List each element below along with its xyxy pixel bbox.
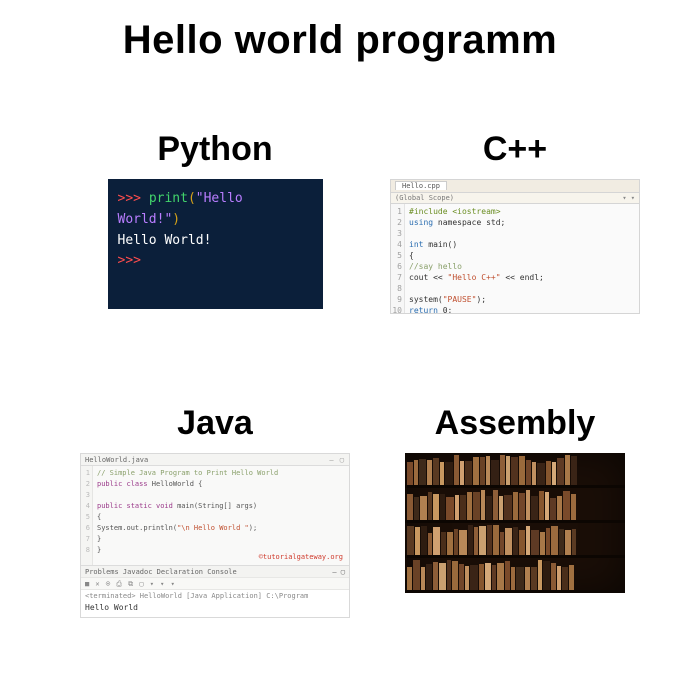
cpp-line-9b: "PAUSE" xyxy=(443,295,477,304)
cell-cpp: C++ Hello.cpp (Global Scope) ▾ ▾ 1234567… xyxy=(390,130,640,376)
assembly-label: Assembly xyxy=(435,404,596,443)
cpp-kw-int: int xyxy=(409,240,423,249)
cpp-line-10b: 0; xyxy=(438,306,452,314)
cpp-line-6: //say hello xyxy=(409,262,462,271)
cpp-line-7b: "Hello C++" xyxy=(448,273,501,282)
java-line-7: } xyxy=(97,534,345,545)
cpp-line-7a: cout << xyxy=(409,273,448,282)
java-tab-controls: — ▢ xyxy=(329,454,345,465)
java-line-6b: "\n Hello World " xyxy=(177,524,249,532)
cell-assembly: Assembly xyxy=(390,404,640,650)
java-line-1: // Simple Java Program to Print Hello Wo… xyxy=(97,469,278,477)
java-label: Java xyxy=(177,404,253,443)
cpp-scope-dropdown-icon: ▾ ▾ xyxy=(622,193,635,203)
cpp-scope-label: (Global Scope) xyxy=(395,193,454,203)
java-lowtabs-text: Problems Javadoc Declaration Console xyxy=(85,566,237,577)
cpp-line-9c: ); xyxy=(476,295,486,304)
java-line-6a: System.out.println( xyxy=(97,524,177,532)
page-title: Hello world programm xyxy=(0,0,680,63)
java-tab: HelloWorld.java xyxy=(85,454,148,465)
python-code-panel: >>> print("Hello World!") Hello World! >… xyxy=(108,179,323,309)
assembly-bookshelf-image xyxy=(405,453,625,593)
cell-python: Python >>> print("Hello World!") Hello W… xyxy=(80,130,350,376)
cpp-label: C++ xyxy=(483,130,547,169)
java-kw-main: public static void xyxy=(97,502,173,510)
cpp-line-4b: main() xyxy=(423,240,457,249)
cpp-tab-bar: Hello.cpp xyxy=(391,180,639,193)
java-output: Hello World xyxy=(81,601,349,617)
python-label: Python xyxy=(157,130,272,169)
java-lowtabs-controls: — ▢ xyxy=(332,566,345,577)
cpp-line-gutter: 123456789101112 xyxy=(391,204,405,314)
java-kw-class: public class xyxy=(97,480,148,488)
java-toolbar: ■ ✕ ⍟ ⎙ ⧉ ▢ ▾ ▾ ▾ xyxy=(81,577,349,589)
comparison-grid: Python >>> print("Hello World!") Hello W… xyxy=(0,130,680,650)
java-tab-bar: HelloWorld.java — ▢ xyxy=(81,454,349,466)
java-line-2b: HelloWorld { xyxy=(148,480,203,488)
python-prompt: >>> xyxy=(118,191,141,206)
cpp-line-7c: << endl; xyxy=(501,273,544,282)
cpp-code: #include <iostream> using namespace std;… xyxy=(405,204,548,314)
python-open-paren: ( xyxy=(188,191,196,206)
cpp-line-1: #include <iostream> xyxy=(409,207,501,216)
java-line-4b: main(String[] args) xyxy=(173,502,257,510)
cpp-tab: Hello.cpp xyxy=(395,181,447,190)
java-code: // Simple Java Program to Print Hello Wo… xyxy=(93,466,349,565)
java-terminated-line: <terminated> HelloWorld [Java Applicatio… xyxy=(81,589,349,601)
cpp-scope-bar: (Global Scope) ▾ ▾ xyxy=(391,193,639,204)
java-watermark: ©tutorialgateway.org xyxy=(259,552,343,563)
cpp-line-9a: system( xyxy=(409,295,443,304)
python-prompt-2: >>> xyxy=(118,251,313,272)
python-fn: print xyxy=(149,191,188,206)
cell-java: Java HelloWorld.java — ▢ 12345678 // Sim… xyxy=(80,404,350,650)
java-lower-tabs: Problems Javadoc Declaration Console — ▢ xyxy=(81,565,349,577)
cpp-code-panel: Hello.cpp (Global Scope) ▾ ▾ 12345678910… xyxy=(390,179,640,314)
java-line-6c: ); xyxy=(249,524,257,532)
python-output: Hello World! xyxy=(118,231,313,252)
java-line-5: { xyxy=(97,512,345,523)
cpp-kw-return: return xyxy=(409,306,438,314)
cpp-kw-using: using xyxy=(409,218,433,227)
cpp-line-2b: namespace std; xyxy=(433,218,505,227)
java-line-gutter: 12345678 xyxy=(81,466,93,565)
cpp-line-5: { xyxy=(409,250,544,261)
java-code-panel: HelloWorld.java — ▢ 12345678 // Simple J… xyxy=(80,453,350,618)
python-close-paren: ) xyxy=(172,212,180,227)
